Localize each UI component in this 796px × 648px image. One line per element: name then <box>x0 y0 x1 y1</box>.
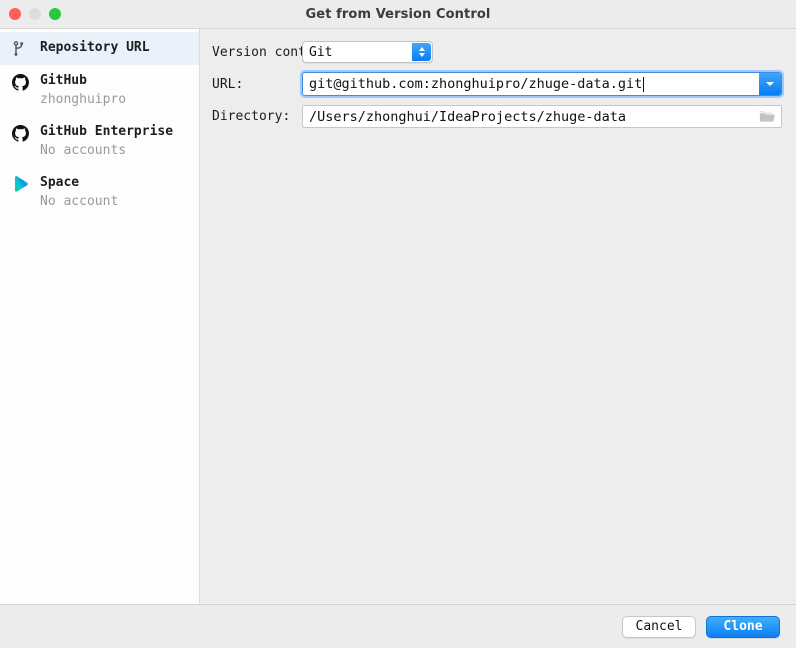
dialog-window: Get from Version Control Repository URL … <box>0 0 796 648</box>
main-panel: Version control: Git URL: git@github.com… <box>200 29 796 604</box>
space-icon <box>12 174 34 194</box>
url-dropdown-button[interactable] <box>759 73 781 95</box>
url-label: URL: <box>212 76 244 92</box>
minimize-window-button[interactable] <box>29 8 41 20</box>
stepper-chevrons-icon <box>412 43 431 61</box>
directory-input[interactable]: /Users/zhonghui/IdeaProjects/zhuge-data <box>303 109 626 125</box>
window-title: Get from Version Control <box>305 6 491 22</box>
clone-button[interactable]: Clone <box>706 615 780 638</box>
sidebar-item-texts: Space No account <box>34 173 118 212</box>
url-combobox[interactable]: git@github.com:zhonghuipro/zhuge-data.gi… <box>300 70 784 98</box>
chevron-down-icon <box>766 82 774 86</box>
version-control-value: Git <box>309 44 333 60</box>
sidebar-item-github-enterprise[interactable]: GitHub Enterprise No accounts <box>0 116 199 167</box>
dialog-body: Repository URL GitHub zhonghuipro GitHub… <box>0 29 796 604</box>
sidebar-item-subtitle: No accounts <box>40 143 127 158</box>
github-icon <box>12 123 34 143</box>
directory-label: Directory: <box>212 109 291 124</box>
version-control-select[interactable]: Git <box>302 41 433 63</box>
footer-bar: Cancel Clone <box>0 604 796 648</box>
sidebar-item-repository-url[interactable]: Repository URL <box>0 32 199 65</box>
url-row: URL: git@github.com:zhonghuipro/zhuge-da… <box>212 70 784 98</box>
zoom-window-button[interactable] <box>49 8 61 20</box>
url-input[interactable]: git@github.com:zhonghuipro/zhuge-data.gi… <box>303 76 642 92</box>
sidebar-item-texts: Repository URL <box>34 38 150 57</box>
text-caret <box>643 76 645 92</box>
close-window-button[interactable] <box>9 8 21 20</box>
git-branch-icon <box>12 39 34 59</box>
sidebar: Repository URL GitHub zhonghuipro GitHub… <box>0 29 200 604</box>
version-control-row: Version control: Git <box>212 41 782 63</box>
sidebar-item-space[interactable]: Space No account <box>0 167 199 218</box>
sidebar-item-subtitle: zhonghuipro <box>40 92 127 107</box>
sidebar-item-subtitle: No account <box>40 194 119 209</box>
sidebar-item-title: GitHub Enterprise <box>40 124 174 139</box>
sidebar-item-title: Repository URL <box>40 40 150 55</box>
title-bar: Get from Version Control <box>0 0 796 29</box>
directory-field[interactable]: /Users/zhonghui/IdeaProjects/zhuge-data <box>302 105 782 128</box>
sidebar-item-github[interactable]: GitHub zhonghuipro <box>0 65 199 116</box>
github-icon <box>12 72 34 92</box>
version-control-label: Version control: <box>212 44 338 60</box>
sidebar-item-title: Space <box>40 175 80 190</box>
cancel-button[interactable]: Cancel <box>622 615 696 638</box>
folder-icon[interactable] <box>759 106 775 127</box>
directory-row: Directory: /Users/zhonghui/IdeaProjects/… <box>212 105 782 128</box>
window-controls <box>9 0 61 28</box>
sidebar-item-title: GitHub <box>40 73 87 88</box>
sidebar-item-texts: GitHub zhonghuipro <box>34 71 126 110</box>
sidebar-item-texts: GitHub Enterprise No accounts <box>34 122 173 161</box>
